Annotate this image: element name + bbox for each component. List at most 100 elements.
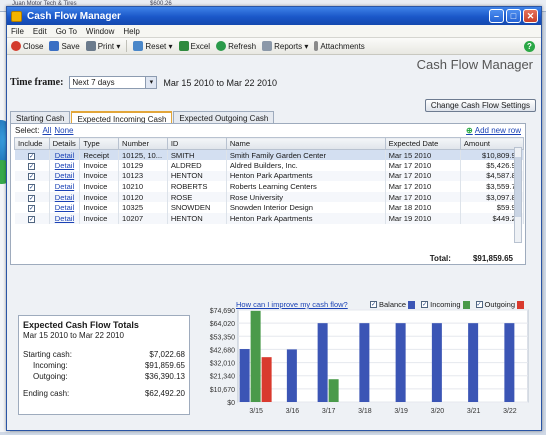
bar-balance[interactable] [468, 323, 479, 402]
bar-balance[interactable] [239, 349, 250, 402]
col-name[interactable]: Name [225, 137, 386, 150]
table-row[interactable]: ✓ Detail Invoice 10210 ROBERTS Roberts Learni… [14, 181, 525, 192]
bar-balance[interactable] [359, 323, 370, 402]
y-tick-label: $42,680 [210, 347, 235, 354]
app-icon [11, 10, 22, 22]
col-include[interactable]: Include [14, 137, 50, 150]
minimize-button[interactable]: – [489, 9, 504, 23]
include-checkbox[interactable]: ✓ [28, 173, 36, 181]
include-cell: ✓ [14, 149, 50, 161]
table-row[interactable]: ✓ Detail Invoice 10129 ALDRED Aldred Builders… [14, 160, 525, 171]
type-cell: Invoice [79, 170, 119, 182]
totals-title: Expected Cash Flow Totals [23, 320, 139, 330]
type-cell: Receipt [79, 149, 119, 161]
detail-link[interactable]: Detail [49, 149, 81, 161]
close-button[interactable]: Close [11, 41, 43, 51]
select-none-link[interactable]: None [54, 126, 73, 135]
cash-flow-totals-box: Expected Cash Flow Totals Mar 15 2010 to… [18, 315, 190, 415]
include-checkbox[interactable]: ✓ [28, 205, 36, 213]
menu-help[interactable]: Help [123, 27, 139, 36]
timeframe-row: Time frame: Next 7 days ▾ Mar 15 2010 to… [10, 76, 277, 89]
help-icon[interactable]: ? [524, 40, 535, 52]
toolbar-separator [126, 40, 128, 52]
excel-icon [178, 41, 189, 51]
starting-cash-row: Starting cash: $7,022.68 [23, 350, 185, 359]
bar-incoming[interactable] [328, 379, 339, 402]
refresh-button[interactable]: Refresh [216, 41, 256, 51]
detail-link[interactable]: Detail [49, 181, 81, 192]
add-new-row-link[interactable]: ⊕ Add new row [466, 126, 521, 135]
x-tick-label: 3/19 [394, 408, 408, 415]
include-checkbox[interactable]: ✓ [28, 184, 36, 192]
table-row[interactable]: ✓ Detail Invoice 10123 HENTON Henton Park Apa… [14, 170, 525, 182]
detail-link[interactable]: Detail [49, 191, 81, 203]
timeframe-range: Mar 15 2010 to Mar 22 2010 [163, 77, 277, 88]
bar-balance[interactable] [317, 323, 328, 402]
menu-file[interactable]: File [11, 27, 24, 36]
include-checkbox[interactable]: ✓ [28, 215, 36, 223]
bar-balance[interactable] [504, 323, 515, 402]
table-row[interactable]: ✓ Detail Receipt 10125, 10... SMITH Smith Fam… [14, 149, 525, 161]
bar-incoming[interactable] [250, 310, 261, 402]
x-tick-label: 3/17 [322, 408, 336, 415]
include-checkbox[interactable]: ✓ [28, 162, 36, 170]
menu-goto[interactable]: Go To [56, 27, 77, 36]
table-row[interactable]: ✓ Detail Invoice 10325 SNOWDEN Snowden Interi… [14, 202, 525, 214]
attachments-button[interactable]: Attachments [314, 41, 365, 51]
detail-link[interactable]: Detail [49, 160, 81, 171]
reset-icon [133, 41, 144, 51]
bar-outgoing[interactable] [261, 357, 272, 402]
date-cell: Mar 19 2010 [385, 213, 461, 224]
col-id[interactable]: ID [166, 137, 227, 150]
chart-svg: $74,690 $64,020 $53,350 $42,680 $32,010 $21,3… [210, 308, 529, 415]
detail-link[interactable]: Detail [49, 202, 81, 214]
number-cell: 10207 [118, 213, 168, 224]
bar-balance[interactable] [431, 323, 442, 402]
y-tick-label: $0 [227, 400, 235, 407]
x-tick-label: 3/15 [249, 408, 263, 415]
scrollbar-thumb[interactable] [515, 157, 521, 217]
menu-edit[interactable]: Edit [33, 27, 47, 36]
type-cell: Invoice [79, 202, 119, 214]
select-all-link[interactable]: All [42, 126, 51, 135]
table-row[interactable]: ✓ Detail Invoice 10207 HENTON Henton Park Apa… [14, 213, 525, 224]
reset-button[interactable]: Reset ▾ [133, 41, 173, 51]
include-checkbox[interactable]: ✓ [28, 152, 36, 160]
table-scrollbar[interactable] [514, 147, 522, 243]
incoming-cash-panel: Select: All None ⊕ Add new row Include De… [10, 123, 526, 265]
plus-icon: ⊕ [466, 126, 473, 135]
save-button[interactable]: Save [49, 41, 80, 51]
date-cell: Mar 17 2010 [385, 160, 461, 171]
reports-button[interactable]: Reports ▾ [262, 41, 308, 51]
close-window-button[interactable]: ✕ [523, 9, 538, 23]
title-bar[interactable]: Cash Flow Manager – □ ✕ [7, 7, 541, 25]
table-row[interactable]: ✓ Detail Invoice 10120 ROSE Rose University Ma… [14, 191, 525, 203]
x-tick-label: 3/22 [503, 408, 517, 415]
print-button[interactable]: Print ▾ [85, 41, 120, 51]
x-tick-label: 3/20 [431, 408, 445, 415]
y-tick-label: $64,020 [210, 321, 235, 328]
bar-balance[interactable] [286, 349, 297, 402]
window-title: Cash Flow Manager [27, 10, 121, 22]
bar-balance[interactable] [395, 323, 406, 402]
menu-window[interactable]: Window [86, 27, 114, 36]
detail-link[interactable]: Detail [49, 170, 81, 182]
toolbar: Close Save Print ▾ Reset ▾ Excel Refresh… [7, 38, 541, 55]
timeframe-select[interactable]: Next 7 days ▾ [69, 76, 158, 89]
id-cell: ROSE [167, 191, 227, 203]
detail-link[interactable]: Detail [49, 213, 81, 224]
date-cell: Mar 17 2010 [385, 181, 461, 192]
excel-button[interactable]: Excel [178, 41, 210, 51]
name-cell: Henton Park Apartments [226, 213, 386, 224]
change-settings-button[interactable]: Change Cash Flow Settings [424, 99, 536, 112]
include-checkbox[interactable]: ✓ [28, 194, 36, 202]
chevron-down-icon: ▾ [145, 77, 157, 88]
maximize-button[interactable]: □ [506, 9, 521, 23]
x-tick-label: 3/18 [358, 408, 372, 415]
id-cell: ROBERTS [167, 181, 227, 192]
col-details[interactable]: Details [48, 137, 81, 150]
col-expected-date[interactable]: Expected Date [384, 137, 461, 150]
col-number[interactable]: Number [117, 137, 168, 150]
col-type[interactable]: Type [79, 137, 119, 150]
printer-icon [85, 41, 96, 51]
